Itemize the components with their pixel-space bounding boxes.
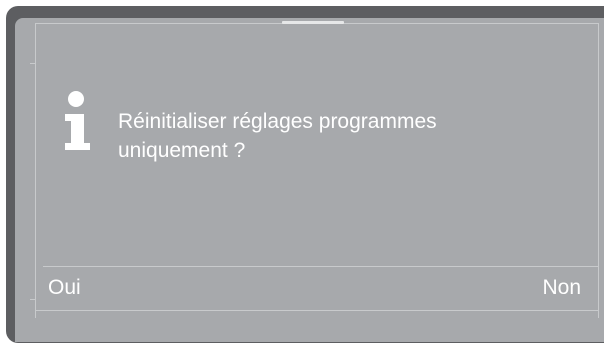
left-tick-mark: [30, 63, 36, 64]
dialog-message: Réinitialiser réglages programmes unique…: [118, 107, 568, 165]
left-guide-line: [35, 23, 36, 318]
bottom-guide-line: [35, 310, 599, 311]
right-guide-line: [598, 23, 599, 318]
device-bezel: Réinitialiser réglages programmes unique…: [0, 0, 604, 349]
info-icon: [63, 90, 91, 154]
left-tick-mark: [30, 299, 36, 300]
button-separator-line: [43, 266, 599, 267]
message-line-2: uniquement ?: [118, 139, 246, 162]
yes-button[interactable]: Oui: [48, 270, 81, 306]
display-screen: Réinitialiser réglages programmes unique…: [15, 18, 604, 342]
scroll-indicator: [282, 21, 344, 24]
message-line-1: Réinitialiser réglages programmes: [118, 110, 437, 133]
no-button[interactable]: Non: [542, 270, 581, 306]
